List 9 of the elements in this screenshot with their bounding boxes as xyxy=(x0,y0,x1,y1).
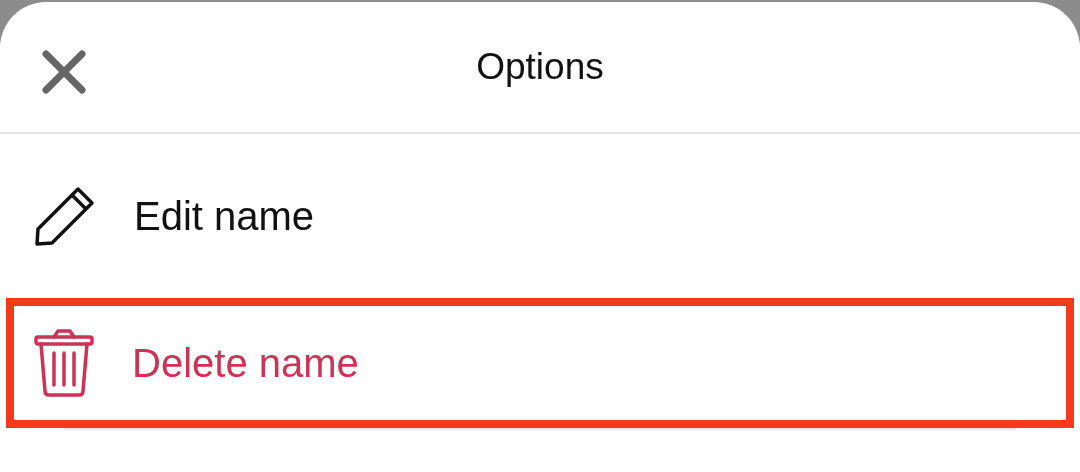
sheet-title: Options xyxy=(476,45,604,90)
item-label: Edit name xyxy=(134,193,315,240)
close-button[interactable] xyxy=(40,48,88,96)
pencil-icon xyxy=(34,185,96,247)
menu-item[interactable]: Edit name xyxy=(0,134,1080,298)
close-icon xyxy=(40,48,88,96)
menu-item[interactable]: Delete name xyxy=(6,298,1074,428)
trash-icon xyxy=(34,329,94,397)
item-label: Delete name xyxy=(132,340,359,387)
